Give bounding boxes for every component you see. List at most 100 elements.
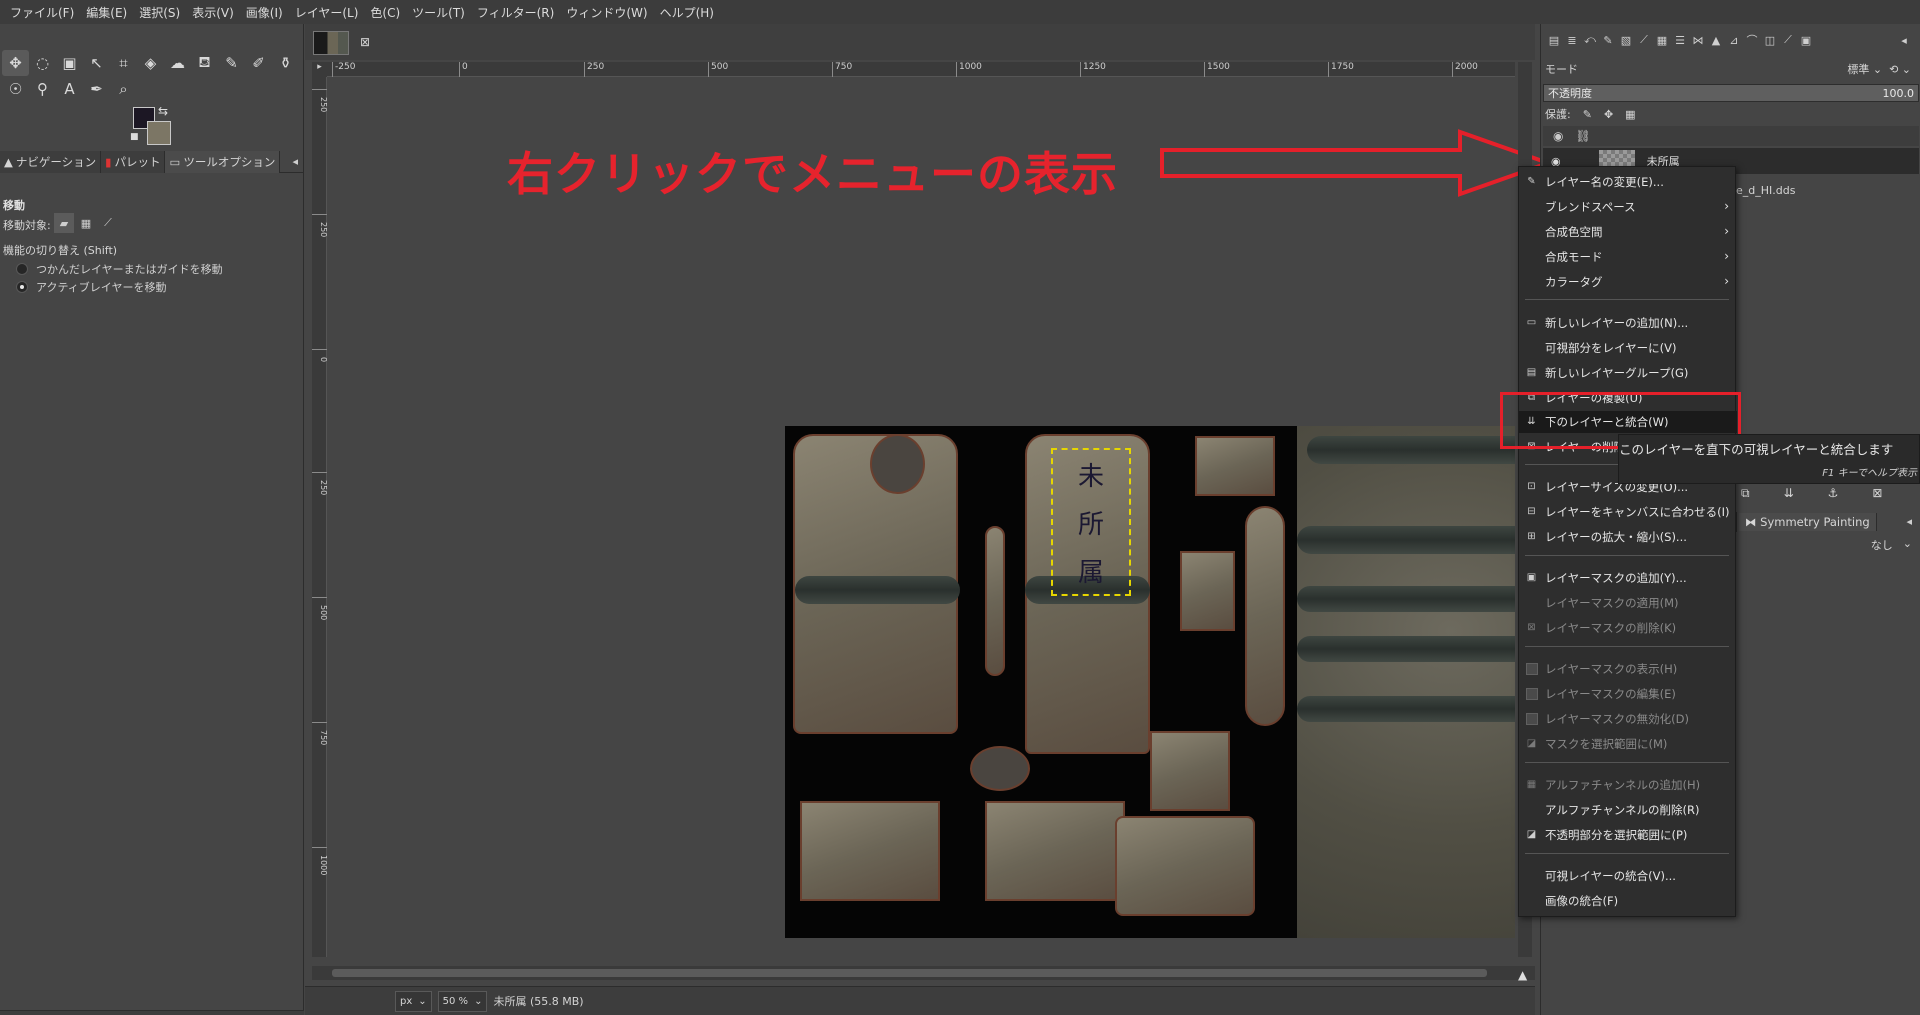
tab-paths-icon[interactable]: ⤺ [1581,30,1599,50]
menu-item-new-group[interactable]: ▤ 新しいレイヤーグループ(G) [1519,362,1737,384]
tab-fonts-icon[interactable]: ⟋ [1635,30,1653,50]
canvas-area[interactable]: 未 所 属 [328,78,1515,957]
tab-histogram-icon[interactable]: ⋈ [1689,30,1707,50]
menu-item-rename[interactable]: ✎ レイヤー名の変更(E)... [1519,171,1737,193]
background-color-swatch[interactable] [147,121,171,145]
opacity-slider[interactable]: 不透明度 100.0 [1543,84,1919,102]
target-path-icon[interactable]: ⟋ [98,213,118,233]
menu-help[interactable]: ヘルプ(H) [654,4,720,21]
select-by-color-icon[interactable]: ▣ [56,50,83,76]
tab-palette[interactable]: ▮ パレット [101,151,166,173]
eraser-icon[interactable]: ✐ [245,50,272,76]
menu-item-flatten-image[interactable]: 画像の統合(F) [1519,890,1737,912]
menu-file[interactable]: ファイル(F) [4,4,80,21]
menu-item-disable-mask[interactable]: レイヤーマスクの無効化(D) [1519,708,1737,730]
tab-images-icon[interactable]: ▦ [1653,30,1671,50]
image-tab-thumbnail[interactable] [313,31,349,55]
kanji-selection[interactable]: 未 所 属 [1051,448,1131,596]
menu-item-new-layer[interactable]: ▭ 新しいレイヤーの追加(N)... [1519,312,1737,334]
dock-menu-icon[interactable]: ◂ [1906,515,1912,528]
close-image-icon[interactable]: ⊠ [360,35,370,49]
tab-layers-icon[interactable]: ▤ [1545,30,1563,50]
dock-menu-icon[interactable]: ◂ [292,155,298,168]
menu-windows[interactable]: ウィンドウ(W) [560,4,653,21]
menu-filters[interactable]: フィルター(R) [471,4,560,21]
dodge-tool-icon[interactable]: ⚲ [29,76,56,102]
target-selection-icon[interactable]: ▦ [76,213,96,233]
tab-devices-icon[interactable]: ◫ [1761,30,1779,50]
menu-select[interactable]: 選択(S) [133,4,186,21]
menu-item-blend-space[interactable]: ブレンドスペース › [1519,196,1737,218]
bucket-fill-icon[interactable]: ⛾ [191,50,218,76]
tab-navigation[interactable]: ▲ ナビゲーション [0,151,102,173]
tab-channels-icon[interactable]: ≣ [1563,30,1581,50]
layer-name[interactable]: e_d_HI.dds [1736,184,1795,197]
zoom-selector[interactable]: 50 % ⌄ [437,990,488,1012]
delete-layer-icon[interactable]: ⊠ [1872,486,1882,501]
menu-item-visible-to-layer[interactable]: 可視部分をレイヤーに(V) [1519,337,1737,359]
menu-item-mask-to-selection[interactable]: ◪ マスクを選択範囲に(M) [1519,733,1737,755]
clone-tool-icon[interactable]: ⚱ [272,50,299,76]
tab-brush-editor-icon[interactable]: ⟋ [1779,30,1797,50]
mode-selector[interactable]: 標準 ⌄ ⟲ ⌄ [1847,61,1911,77]
tab-tool-options[interactable]: ▭ ツールオプション [165,151,281,173]
unit-selector[interactable]: px ⌄ [395,990,432,1012]
menu-item-edit-mask[interactable]: レイヤーマスクの編集(E) [1519,683,1737,705]
smudge-tool-icon[interactable]: ☉ [2,76,29,102]
paintbrush-icon[interactable]: ✎ [218,50,245,76]
target-layer-icon[interactable]: ▰ [54,213,74,233]
lock-position-icon[interactable]: ✥ [1604,108,1613,121]
radio-pick-layer[interactable]: つかんだレイヤーまたはガイドを移動 [16,261,223,277]
swap-colors-icon[interactable]: ⇆ [158,104,168,118]
text-tool-icon[interactable]: A [56,76,83,102]
menu-item-composite-mode[interactable]: 合成モード › [1519,246,1737,268]
tab-brushes-icon[interactable]: ✎ [1599,30,1617,50]
anchor-icon[interactable]: ⚓ [1828,486,1839,501]
paths-tool-icon[interactable]: ↖ [83,50,110,76]
tab-pointer-icon[interactable]: ▲ [1707,30,1725,50]
menu-item-add-alpha[interactable]: ▦ アルファチャンネルの追加(H) [1519,774,1737,796]
menu-item-apply-mask[interactable]: レイヤーマスクの適用(M) [1519,592,1737,614]
navigate-icon[interactable]: ▲ [1518,968,1527,982]
scrollbar-thumb[interactable] [332,969,1487,977]
vertical-ruler[interactable]: 250 250 0 250 500 750 1000 [312,77,328,957]
radio-active-layer[interactable]: アクティブレイヤーを移動 [16,279,166,295]
warp-tool-icon[interactable]: ☁ [164,50,191,76]
zoom-tool-icon[interactable]: ⌕ [110,76,137,102]
merge-layer-icon[interactable]: ⇊ [1784,486,1794,501]
tab-sample-icon[interactable]: ⊿ [1725,30,1743,50]
menu-item-scale-layer[interactable]: ⊞ レイヤーの拡大・縮小(S)... [1519,526,1737,548]
menu-item-add-mask[interactable]: ▣ レイヤーマスクの追加(Y)... [1519,567,1737,589]
symmetry-selector[interactable]: なし ⌄ [1871,537,1912,553]
menu-item-fit-canvas[interactable]: ⊟ レイヤーをキャンバスに合わせる(I) [1519,501,1737,523]
tab-patterns-icon[interactable]: ▧ [1617,30,1635,50]
menu-item-composite-space[interactable]: 合成色空間 › [1519,221,1737,243]
horizontal-ruler[interactable]: -250 0 250 500 750 1000 1250 1500 1750 2… [327,62,1515,77]
menu-colors[interactable]: 色(C) [364,4,406,21]
transform-tool-icon[interactable]: ◈ [137,50,164,76]
tab-document-icon[interactable]: ☰ [1671,30,1689,50]
menu-item-alpha-to-selection[interactable]: ◪ 不透明部分を選択範囲に(P) [1519,824,1737,846]
menu-layer[interactable]: レイヤー(L) [289,4,365,21]
tab-dynamics-icon[interactable]: ⌒ [1743,30,1761,50]
ruler-corner[interactable]: ▸ [312,62,327,77]
color-picker-icon[interactable]: ✒ [83,76,110,102]
menu-item-show-mask[interactable]: レイヤーマスクの表示(H) [1519,658,1737,680]
menu-tools[interactable]: ツール(T) [406,4,471,21]
lasso-tool-icon[interactable]: ◌ [29,50,56,76]
radio-button[interactable] [16,263,28,275]
radio-button-selected[interactable] [16,281,28,293]
menu-item-color-tag[interactable]: カラータグ › [1519,271,1737,293]
menu-edit[interactable]: 編集(E) [80,4,133,21]
duplicate-layer-icon[interactable]: ⧉ [1741,486,1750,501]
horizontal-scrollbar[interactable] [312,966,1535,980]
reset-colors-icon[interactable]: ■ [130,132,139,142]
crop-tool-icon[interactable]: ⌗ [110,50,137,76]
lock-alpha-icon[interactable]: ▦ [1625,108,1635,121]
tab-symmetry-painting[interactable]: ⧓ Symmetry Painting [1739,513,1877,531]
menu-item-merge-visible[interactable]: 可視レイヤーの統合(V)... [1519,865,1737,887]
tab-misc-icon[interactable]: ▣ [1797,30,1815,50]
texture-image[interactable]: 未 所 属 [785,426,1515,938]
dock-menu-icon[interactable]: ◂ [1895,30,1913,50]
menu-image[interactable]: 画像(I) [240,4,289,21]
